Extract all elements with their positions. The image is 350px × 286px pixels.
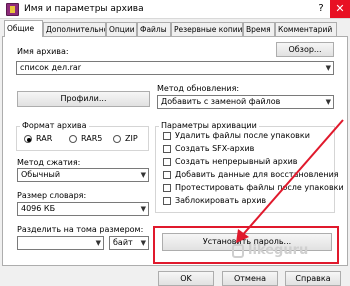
chevron-down-icon[interactable]: ▼ [141, 169, 146, 181]
tab-backup[interactable]: Резервные копии [171, 22, 243, 36]
help-button[interactable]: Справка [285, 271, 341, 286]
chevron-down-icon[interactable]: ▼ [96, 237, 101, 249]
lock-archive-label: Заблокировать архив [175, 196, 267, 205]
chevron-down-icon[interactable]: ▼ [326, 62, 331, 74]
watermark-text: likeguru [248, 243, 309, 258]
test-files-checkbox[interactable] [163, 184, 171, 192]
update-method-select[interactable]: Добавить с заменой файлов ▼ [157, 95, 334, 109]
split-size-input[interactable]: ▼ [17, 236, 104, 250]
recovery-record-checkbox[interactable] [163, 171, 171, 179]
profiles-button[interactable]: Профили... [17, 91, 150, 107]
tab-time[interactable]: Время [243, 22, 275, 36]
chevron-down-icon[interactable]: ▼ [141, 203, 146, 215]
sfx-archive-label: Создать SFX-архив [175, 144, 255, 153]
chevron-down-icon[interactable]: ▼ [326, 96, 331, 108]
tab-advanced[interactable]: Дополнительно [43, 22, 106, 36]
dictionary-size-label: Размер словаря: [17, 191, 87, 200]
title-bar: Имя и параметры архива ? ✕ [0, 0, 350, 19]
tab-comment[interactable]: Комментарий [275, 22, 337, 36]
solid-archive-checkbox[interactable] [163, 158, 171, 166]
chevron-down-icon[interactable]: ▼ [141, 237, 146, 249]
split-unit-value: байт [113, 238, 133, 247]
window-title: Имя и параметры архива [24, 4, 144, 14]
compression-method-value: Обычный [21, 170, 61, 179]
solid-archive-label: Создать непрерывный архив [175, 157, 298, 166]
delete-after-checkbox[interactable] [163, 132, 171, 140]
split-volumes-label: Разделить на тома размером: [17, 225, 144, 234]
format-zip-label: ZIP [125, 134, 138, 143]
tab-files[interactable]: Файлы [137, 22, 171, 36]
archive-format-label: Формат архива [20, 121, 89, 130]
tab-options[interactable]: Опции [106, 22, 137, 36]
archive-name-value: список дел.rar [20, 63, 82, 72]
format-zip-radio[interactable] [113, 135, 121, 143]
recovery-record-label: Добавить данные для восстановления [175, 170, 339, 179]
dictionary-size-select[interactable]: 4096 КБ ▼ [17, 202, 149, 216]
thumbs-up-icon [232, 244, 244, 258]
help-title-button[interactable]: ? [314, 2, 328, 16]
ok-button[interactable]: OK [158, 271, 214, 286]
cancel-button[interactable]: Отмена [222, 271, 278, 286]
test-files-label: Протестировать файлы после упаковки [175, 183, 344, 192]
browse-button[interactable]: Обзор... [276, 42, 334, 57]
update-method-label: Метод обновления: [157, 84, 240, 93]
archive-name-label: Имя архива: [17, 47, 69, 56]
update-method-value: Добавить с заменой файлов [161, 97, 281, 106]
close-button[interactable]: ✕ [330, 0, 350, 18]
archive-name-input[interactable]: список дел.rar ▼ [16, 61, 334, 75]
compression-method-select[interactable]: Обычный ▼ [17, 168, 149, 182]
dictionary-size-value: 4096 КБ [21, 204, 56, 213]
archiving-options-label: Параметры архивации [159, 121, 259, 130]
lock-archive-checkbox[interactable] [163, 197, 171, 205]
winrar-app-icon [6, 3, 19, 16]
tab-general[interactable]: Общие [4, 20, 43, 37]
format-rar-radio[interactable] [24, 135, 32, 143]
delete-after-label: Удалить файлы после упаковки [175, 131, 310, 140]
sfx-archive-checkbox[interactable] [163, 145, 171, 153]
compression-method-label: Метод сжатия: [17, 158, 81, 167]
format-rar5-radio[interactable] [69, 135, 77, 143]
split-unit-select[interactable]: байт ▼ [109, 236, 149, 250]
format-rar-label: RAR [36, 134, 53, 143]
format-rar5-label: RAR5 [81, 134, 103, 143]
